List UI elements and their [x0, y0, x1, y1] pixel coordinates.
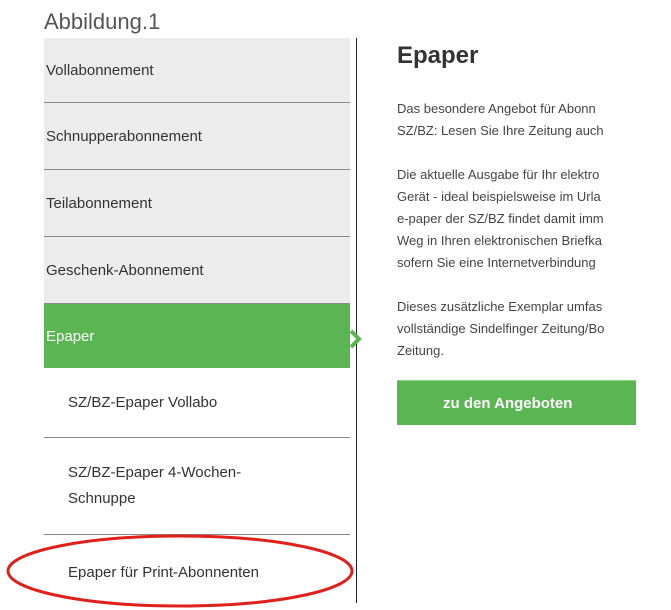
text-line: sofern Sie eine Internetverbindung [397, 255, 596, 270]
sidebar-item-label: Geschenk-Abonnement [46, 261, 204, 279]
intro-paragraph: Das besondere Angebot für Abonn SZ/BZ: L… [397, 98, 671, 142]
text-line: Die aktuelle Ausgabe für Ihr elektro [397, 167, 600, 182]
text-line: Das besondere Angebot für Abonn [397, 101, 596, 116]
text-line: Zeitung. [397, 343, 444, 358]
sidebar-item-teilabonnement[interactable]: Teilabonnement [44, 170, 350, 237]
text-line: Dieses zusätzliche Exemplar umfas [397, 299, 603, 314]
main-content: Epaper Das besondere Angebot für Abonn S… [397, 40, 671, 425]
sidebar-item-vollabonnement[interactable]: Vollabonnement [44, 38, 350, 103]
text-line: SZ/BZ: Lesen Sie Ihre Zeitung auch [397, 123, 604, 138]
sidebar-subitem-label: SZ/BZ-Epaper 4-Wochen-Schnuppe [68, 464, 242, 507]
sidebar-subitem-epaper-print-abonnenten[interactable]: Epaper für Print-Abonnenten [44, 535, 350, 609]
offers-button-label: zu den Angeboten [443, 394, 573, 412]
page-title: Epaper [397, 42, 479, 69]
sidebar-item-epaper[interactable]: Epaper [44, 304, 350, 368]
sidebar-item-schnupperabonnement[interactable]: Schnupperabonnement [44, 103, 350, 170]
text-line: Gerät - ideal beispielsweise im Urla [397, 189, 601, 204]
sidebar-subitem-epaper-vollabo[interactable]: SZ/BZ-Epaper Vollabo [44, 368, 350, 438]
text-line: Weg in Ihren elektronischen Briefka [397, 233, 602, 248]
sidebar-subitem-epaper-schnupper[interactable]: SZ/BZ-Epaper 4-Wochen-Schnuppe [44, 438, 350, 535]
text-line: e-paper der SZ/BZ findet damit imm [397, 211, 604, 226]
sidebar-item-label: Schnupperabonnement [46, 127, 202, 145]
sidebar-item-geschenk-abonnement[interactable]: Geschenk-Abonnement [44, 237, 350, 304]
scope-paragraph: Dieses zusätzliche Exemplar umfas vollst… [397, 296, 671, 362]
sidebar-subitem-label: Epaper für Print-Abonnenten [68, 563, 259, 581]
text-line: vollständige Sindelfinger Zeitung/Bo [397, 321, 605, 336]
sidebar-item-label: Teilabonnement [46, 194, 152, 212]
sidebar-divider [356, 38, 357, 603]
sidebar-subitem-label: SZ/BZ-Epaper Vollabo [68, 394, 218, 411]
sidebar-nav: Vollabonnement Schnupperabonnement Teila… [44, 38, 350, 609]
figure-caption: Abbildung.1 [44, 9, 161, 34]
sidebar-item-label: Epaper [46, 327, 95, 345]
chevron-right-icon [349, 329, 363, 354]
details-paragraph: Die aktuelle Ausgabe für Ihr elektro Ger… [397, 164, 671, 274]
sidebar-item-label: Vollabonnement [46, 61, 154, 79]
offers-button[interactable]: zu den Angeboten [397, 380, 636, 425]
